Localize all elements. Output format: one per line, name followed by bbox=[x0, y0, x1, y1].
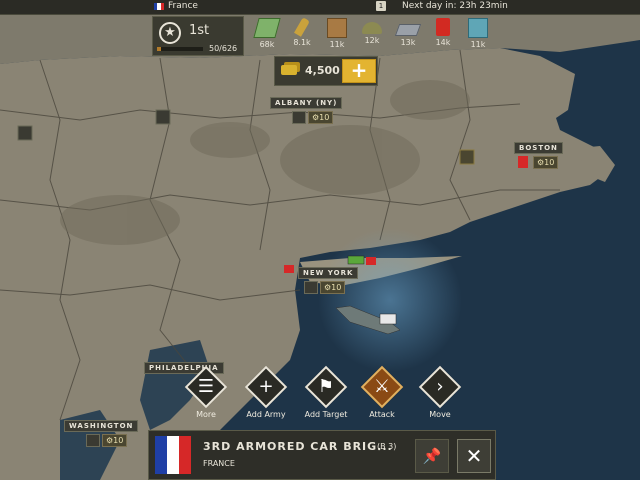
resource-manpower[interactable]: 12k bbox=[357, 18, 387, 45]
resource-fuel-value: 14k bbox=[435, 38, 451, 47]
move-button[interactable]: › Move bbox=[414, 364, 466, 419]
add-target-label: Add Target bbox=[304, 410, 348, 419]
new-york-flag-right bbox=[366, 257, 376, 265]
next-day-timer: Next day in: 23h 23min bbox=[402, 1, 508, 11]
rank-position: 1st bbox=[189, 23, 210, 38]
helmet-manpower-icon bbox=[362, 22, 382, 34]
selected-unit-panel: 3RD ARMORED CAR BRIG... (B 3) FRANCE 📌 ✕ bbox=[148, 430, 496, 480]
washington-unit-icon[interactable] bbox=[86, 434, 100, 447]
resource-money-value: 68k bbox=[259, 40, 275, 49]
gold-amount: 4,500 bbox=[305, 64, 340, 77]
components-icon bbox=[468, 18, 488, 38]
fuel-canister-icon bbox=[436, 18, 450, 36]
rank-progress-bar bbox=[157, 47, 203, 51]
unit-country: FRANCE bbox=[203, 459, 235, 468]
washington-level: 10 bbox=[113, 436, 124, 445]
resource-components[interactable]: 11k bbox=[463, 18, 493, 49]
unit-marker-east[interactable] bbox=[459, 149, 475, 165]
ammo-icon bbox=[294, 17, 310, 37]
albany-level-badge: ⚙10 bbox=[308, 111, 334, 124]
selection-radius bbox=[318, 228, 462, 372]
unit-marker-northwest[interactable] bbox=[17, 125, 33, 141]
new-york-level-badge: ⚙10 bbox=[320, 281, 346, 294]
add-gold-button[interactable]: + bbox=[342, 59, 376, 83]
more-button[interactable]: ☰ More bbox=[180, 364, 232, 419]
money-icon bbox=[253, 18, 281, 38]
france-flag-icon bbox=[154, 3, 164, 10]
rank-panel[interactable]: ★ 1st 50/626 bbox=[152, 16, 244, 56]
star-rank-icon: ★ bbox=[159, 22, 181, 44]
pin-icon: 📌 bbox=[422, 447, 442, 465]
new-york-level: 10 bbox=[331, 283, 342, 292]
resource-steel-value: 13k bbox=[400, 38, 416, 47]
new-york-unit-marker[interactable] bbox=[347, 255, 365, 265]
player-country: France bbox=[168, 1, 198, 11]
attack-icon: ⚔ bbox=[373, 376, 391, 397]
steel-icon bbox=[394, 24, 422, 36]
top-bar: France 1 Next day in: 23h 23min bbox=[0, 0, 640, 15]
move-label: Move bbox=[429, 410, 451, 419]
resource-supplies-value: 11k bbox=[329, 40, 345, 49]
boston-flag bbox=[518, 156, 528, 168]
add-army-label: Add Army bbox=[246, 410, 286, 419]
albany-level: 10 bbox=[319, 113, 330, 122]
supplies-crate-icon bbox=[327, 18, 347, 38]
unit-code: (B 3) bbox=[377, 442, 397, 451]
city-label-boston[interactable]: BOSTON bbox=[514, 142, 563, 154]
boston-level: 10 bbox=[544, 158, 555, 167]
washington-level-badge: ⚙10 bbox=[102, 434, 128, 447]
new-york-unit-icon[interactable] bbox=[304, 281, 318, 294]
gold-bars-icon bbox=[281, 65, 297, 75]
resource-fuel[interactable]: 14k bbox=[428, 18, 458, 47]
target-flag-icon: ⚑ bbox=[317, 376, 335, 397]
resource-components-value: 11k bbox=[470, 40, 486, 49]
rank-progress-text: 50/626 bbox=[209, 44, 238, 53]
attack-button[interactable]: ⚔ Attack bbox=[356, 364, 408, 419]
close-icon: ✕ bbox=[465, 444, 483, 468]
new-york-flag-left bbox=[284, 265, 294, 273]
menu-icon: ☰ bbox=[197, 376, 215, 397]
city-label-washington[interactable]: WASHINGTON bbox=[64, 420, 139, 432]
city-label-albany[interactable]: ALBANY (NY) bbox=[270, 97, 343, 109]
more-label: More bbox=[196, 410, 216, 419]
pin-button[interactable]: 📌 bbox=[415, 439, 449, 473]
boston-level-badge: ⚙10 bbox=[533, 156, 559, 169]
add-target-button[interactable]: ⚑ Add Target bbox=[300, 364, 352, 419]
attack-label: Attack bbox=[369, 410, 395, 419]
unit-action-bar: ☰ More + Add Army ⚑ Add Target ⚔ Attack … bbox=[160, 364, 490, 430]
gold-panel: 4,500 + bbox=[274, 56, 378, 86]
unit-marker-north[interactable] bbox=[155, 109, 171, 125]
resource-steel[interactable]: 13k bbox=[393, 18, 423, 47]
resource-supplies[interactable]: 11k bbox=[322, 18, 352, 49]
resource-manpower-value: 12k bbox=[364, 36, 380, 45]
resource-money[interactable]: 68k bbox=[252, 18, 282, 49]
move-chevron-icon: › bbox=[436, 376, 444, 397]
unit-name[interactable]: 3RD ARMORED CAR BRIG... bbox=[203, 440, 393, 453]
add-army-button[interactable]: + Add Army bbox=[240, 364, 292, 419]
resource-ammo-value: 8.1k bbox=[293, 38, 311, 47]
close-button[interactable]: ✕ bbox=[457, 439, 491, 473]
resource-ammo[interactable]: 8.1k bbox=[287, 17, 317, 47]
albany-unit-icon[interactable] bbox=[292, 111, 306, 124]
plus-icon: + bbox=[258, 376, 274, 397]
city-label-new-york[interactable]: NEW YORK bbox=[298, 267, 359, 279]
selected-unit-flag[interactable] bbox=[379, 313, 397, 325]
calendar-icon[interactable]: 1 bbox=[376, 1, 386, 11]
unit-country-flag bbox=[155, 436, 191, 474]
